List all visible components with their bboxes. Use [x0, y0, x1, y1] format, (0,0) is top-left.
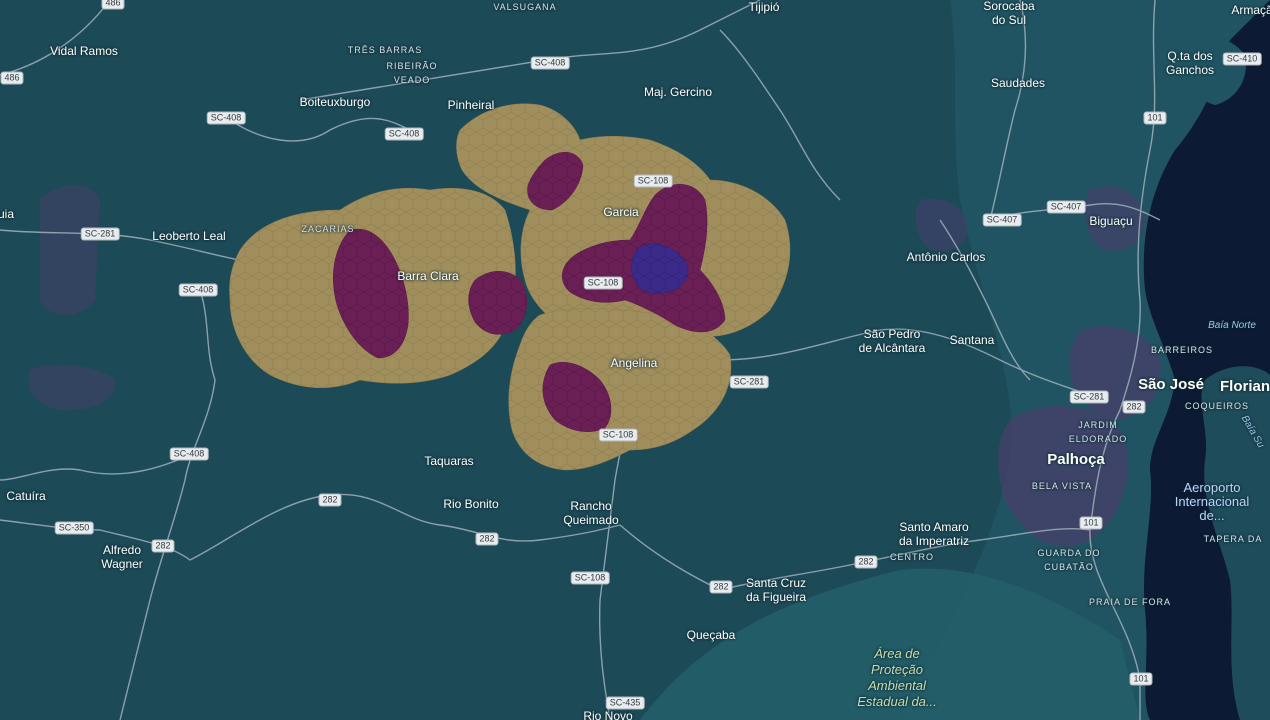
road-shield-sc435: SC-435: [605, 696, 645, 710]
road-shield-101: 101: [1129, 672, 1153, 686]
park-label-area-protecao: Área de Proteção Ambiental Estadual da..…: [857, 646, 937, 709]
road-shield-282: 282: [151, 539, 175, 553]
place-label-bela-vista: BELA VISTA: [1031, 481, 1093, 491]
place-label-valsugana: VALSUGANA: [493, 2, 557, 12]
place-label-florianopolis: Florian: [1219, 378, 1270, 395]
place-label-rio-novo: Rio Novo: [583, 709, 633, 720]
water-label-baia-norte: Baía Norte: [1208, 320, 1256, 331]
place-label-ribeirao-veado: RIBEIRÃO VEADO: [386, 61, 438, 85]
place-label-sorocaba-do-sul: Sorocaba do Sul: [983, 0, 1035, 27]
road-shield-282: 282: [1122, 400, 1146, 414]
place-label-maj-gercino: Maj. Gercino: [643, 85, 713, 99]
road-shield-sc108: SC-108: [598, 428, 638, 442]
road-shield-sc408: SC-408: [384, 127, 424, 141]
place-label-catuira: Catuíra: [6, 489, 46, 503]
place-label-barreiros: BARREIROS: [1150, 345, 1214, 355]
road-shield-282: 282: [475, 532, 499, 546]
place-label-sao-pedro-de-alcantara: São Pedro de Alcântara: [858, 327, 926, 355]
place-label-santo-amaro: Santo Amaro da Imperatriz: [898, 520, 970, 548]
place-label-palhoca: Palhoça: [1047, 451, 1105, 468]
map-canvas[interactable]: Vidal Ramos TRÊS BARRAS RIBEIRÃO VEADO B…: [0, 0, 1270, 720]
place-label-antonio-carlos: Antônio Carlos: [906, 250, 986, 264]
place-label-alfredo-wagner: Alfredo Wagner: [101, 543, 143, 571]
place-label-uia: uia: [0, 207, 15, 221]
road-shield-sc408: SC-408: [530, 56, 570, 70]
road-shield-sc108: SC-108: [583, 276, 623, 290]
place-label-centro: CENTRO: [890, 552, 934, 562]
road-shield-sc408: SC-408: [169, 447, 209, 461]
place-label-leoberto-leal: Leoberto Leal: [152, 229, 226, 243]
place-label-rio-bonito: Rio Bonito: [443, 497, 499, 511]
road-shield-101: 101: [1079, 516, 1103, 530]
road-shield-sc408: SC-408: [178, 283, 218, 297]
road-shield-sc408: SC-408: [206, 111, 246, 125]
road-shield-sc281: SC-281: [80, 227, 120, 241]
place-label-rancho-queimado: Rancho Queimado: [563, 499, 619, 527]
road-shield-sc350: SC-350: [54, 521, 94, 535]
place-label-tapera-da: TAPERA DA: [1203, 534, 1263, 544]
place-label-zacarias: ZACARIAS: [301, 224, 355, 234]
road-shield-sc407: SC-407: [1046, 200, 1086, 214]
road-shield-282: 282: [318, 493, 342, 507]
place-label-sao-jose: São José: [1138, 376, 1204, 393]
road-shield-282: 282: [854, 555, 878, 569]
road-shield-101: 101: [1143, 111, 1167, 125]
road-shield-sc410: SC-410: [1222, 52, 1262, 66]
place-label-angelina: Angelina: [610, 356, 658, 370]
place-label-tres-barras: TRÊS BARRAS: [347, 45, 423, 55]
place-label-santana: Santana: [949, 333, 995, 347]
place-label-vidal-ramos: Vidal Ramos: [50, 44, 118, 58]
place-label-armacao: Armaçã: [1231, 3, 1270, 17]
place-label-garcia: Garcia: [603, 205, 639, 219]
road-shield-486: 486: [0, 71, 24, 85]
place-label-santa-cruz-da-figueira: Santa Cruz da Figueira: [745, 576, 807, 604]
road-shield-282: 282: [709, 580, 733, 594]
urban-area-west-1: [40, 185, 100, 315]
place-label-saudades: Saudades: [990, 76, 1046, 90]
place-label-barra-clara: Barra Clara: [397, 269, 459, 283]
road-shield-sc281: SC-281: [1069, 390, 1109, 404]
place-label-pinheiral: Pinheiral: [447, 98, 495, 112]
place-label-aeroporto: Aeroporto Internacional de...: [1174, 480, 1250, 523]
road-shield-sc407: SC-407: [982, 213, 1022, 227]
place-label-boiteuxburgo: Boiteuxburgo: [299, 95, 371, 109]
place-label-biguacu: Biguaçu: [1089, 214, 1133, 228]
road-shield-sc108: SC-108: [570, 571, 610, 585]
place-label-qta-dos-ganchos: Q.ta dos Ganchos: [1165, 49, 1215, 77]
place-label-jardim-eldorado: JARDIM ELDORADO: [1068, 420, 1128, 444]
place-label-quecaba: Queçaba: [686, 628, 736, 642]
place-label-taquaras: Taquaras: [424, 454, 474, 468]
place-label-guarda-do-cubatao: GUARDA DO CUBATÃO: [1037, 548, 1101, 572]
place-label-tijipio: Tijipió: [748, 0, 780, 14]
road-shield-486: 486: [101, 0, 125, 10]
place-label-praia-de-fora: PRAIA DE FORA: [1088, 597, 1172, 607]
road-shield-sc281: SC-281: [729, 375, 769, 389]
road-shield-sc108: SC-108: [633, 174, 673, 188]
place-label-coqueiros: COQUEIROS: [1184, 401, 1250, 411]
